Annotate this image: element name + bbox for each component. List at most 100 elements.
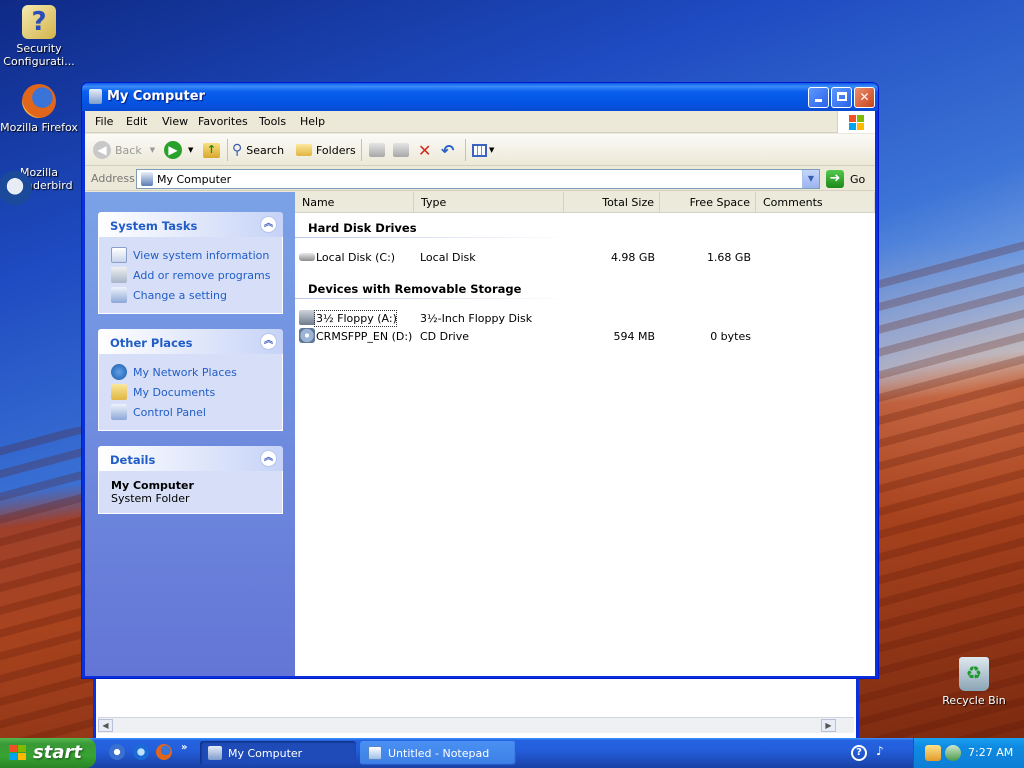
address-bar: Address My Computer ▼ ➜ Go xyxy=(85,167,875,191)
system-tasks-header[interactable]: System Tasks ︽ xyxy=(98,212,283,237)
taskbar-item-my-computer[interactable]: My Computer xyxy=(200,741,356,765)
table-row[interactable]: Local Disk (C:) Local Disk 4.98 GB 1.68 … xyxy=(295,249,875,266)
back-button[interactable]: ◀ Back ▼ xyxy=(93,139,155,161)
back-dropdown-icon[interactable]: ▼ xyxy=(150,146,155,154)
minimize-button[interactable] xyxy=(808,87,829,108)
details-header[interactable]: Details ︽ xyxy=(98,446,283,471)
toolbar-separator xyxy=(227,139,228,161)
go-button[interactable]: ➜ Go xyxy=(826,169,865,189)
taskbar: start » My Computer Untitled - Notepad ?… xyxy=(0,738,1024,768)
move-to-button[interactable] xyxy=(369,139,385,161)
menu-view[interactable]: View xyxy=(162,115,188,128)
network-places-icon xyxy=(111,364,127,380)
other-places-header[interactable]: Other Places ︽ xyxy=(98,329,283,354)
table-row[interactable]: 3½ Floppy (A:) 3½-Inch Floppy Disk xyxy=(295,310,875,327)
undo-button[interactable]: ↶ xyxy=(441,139,454,161)
show-desktop-icon[interactable] xyxy=(109,744,125,760)
task-add-remove-programs[interactable]: Add or remove programs xyxy=(111,265,282,285)
task-view-system-information[interactable]: View system information xyxy=(111,245,282,265)
delete-icon: ✕ xyxy=(418,140,432,160)
notepad-window-background[interactable]: ◀ ▶ xyxy=(93,676,859,738)
forward-dropdown-icon[interactable]: ▼ xyxy=(188,146,193,154)
menu-help[interactable]: Help xyxy=(300,115,325,128)
horizontal-scrollbar[interactable]: ◀ ▶ xyxy=(98,717,854,733)
folders-button[interactable]: Folders xyxy=(296,139,356,161)
system-info-icon xyxy=(111,247,127,263)
menu-bar: File Edit View Favorites Tools Help xyxy=(85,111,875,133)
search-button[interactable]: ⚲ Search xyxy=(232,139,284,161)
quick-launch-more-icon[interactable]: » xyxy=(181,742,187,753)
column-header-type[interactable]: Type xyxy=(414,192,564,213)
add-remove-programs-icon xyxy=(111,267,127,283)
collapse-chevron-icon[interactable]: ︽ xyxy=(260,216,277,233)
go-arrow-icon: ➜ xyxy=(826,170,844,188)
forward-button[interactable]: ▶ ▼ xyxy=(164,139,193,161)
menu-favorites[interactable]: Favorites xyxy=(198,115,248,128)
menu-edit[interactable]: Edit xyxy=(126,115,147,128)
place-my-documents[interactable]: My Documents xyxy=(111,382,282,402)
control-panel-icon xyxy=(111,287,127,303)
taskbar-item-notepad[interactable]: Untitled - Notepad xyxy=(360,741,516,765)
tray-network-icon[interactable] xyxy=(945,745,961,761)
window-title: My Computer xyxy=(107,89,205,104)
task-change-setting[interactable]: Change a setting xyxy=(111,285,282,305)
copy-to-button[interactable] xyxy=(393,139,409,161)
delete-button[interactable]: ✕ xyxy=(418,139,431,161)
window-client: File Edit View Favorites Tools Help ◀ Ba… xyxy=(85,111,875,676)
help-icon[interactable]: ? xyxy=(851,745,867,761)
views-button[interactable]: ▼ xyxy=(472,139,494,161)
collapse-chevron-icon[interactable]: ︽ xyxy=(260,450,277,467)
up-folder-button[interactable]: ↑ xyxy=(203,139,220,161)
views-icon xyxy=(472,143,487,157)
group-header-removable-storage: Devices with Removable Storage xyxy=(308,282,522,296)
address-dropdown-icon[interactable]: ▼ xyxy=(802,170,819,188)
my-computer-icon xyxy=(208,746,222,760)
address-value: My Computer xyxy=(157,173,232,186)
tray-tools-icon[interactable] xyxy=(925,745,941,761)
menu-tools[interactable]: Tools xyxy=(259,115,286,128)
desktop-icon-recycle-bin[interactable]: ♻ Recycle Bin xyxy=(933,657,1015,707)
start-button[interactable]: start xyxy=(0,738,96,768)
my-computer-icon xyxy=(141,172,153,186)
standard-toolbar: ◀ Back ▼ ▶ ▼ ↑ ⚲ Search Folders ✕ ↶ ▼ xyxy=(85,134,875,166)
collapse-chevron-icon[interactable]: ︽ xyxy=(260,333,277,350)
address-input[interactable]: My Computer ▼ xyxy=(136,169,820,189)
notepad-icon xyxy=(368,746,382,760)
desktop-icon-security-configuration[interactable]: ? Security Configurati... xyxy=(0,5,80,68)
group-divider xyxy=(295,298,570,299)
control-panel-icon xyxy=(111,404,127,420)
clock[interactable]: 7:27 AM xyxy=(968,746,1013,759)
forward-arrow-icon: ▶ xyxy=(164,141,182,159)
scroll-right-icon[interactable]: ▶ xyxy=(821,719,836,732)
scroll-left-icon[interactable]: ◀ xyxy=(98,719,113,732)
menu-file[interactable]: File xyxy=(95,115,113,128)
my-computer-window: My Computer ✕ File Edit View Favorites T… xyxy=(81,82,879,679)
desktop-icon-thunderbird[interactable]: Mozilla Thunderbird xyxy=(0,166,80,205)
place-my-network-places[interactable]: My Network Places xyxy=(111,362,282,382)
file-list-view: Name Type Total Size Free Space Comments… xyxy=(295,192,875,676)
firefox-icon xyxy=(22,84,56,118)
security-config-icon: ? xyxy=(22,5,56,39)
column-header-free-space[interactable]: Free Space xyxy=(660,192,756,213)
firefox-icon[interactable] xyxy=(156,744,172,760)
title-bar[interactable]: My Computer ✕ xyxy=(82,83,878,111)
toolbar-separator xyxy=(361,139,362,161)
place-control-panel[interactable]: Control Panel xyxy=(111,402,282,422)
details-type: System Folder xyxy=(111,492,190,505)
column-header-total-size[interactable]: Total Size xyxy=(564,192,660,213)
views-dropdown-icon: ▼ xyxy=(489,146,495,154)
system-tasks-panel: System Tasks ︽ View system information A… xyxy=(98,212,283,314)
move-to-icon xyxy=(369,143,385,157)
details-panel: Details ︽ My Computer System Folder xyxy=(98,446,283,514)
internet-explorer-icon[interactable] xyxy=(133,744,149,760)
column-headers: Name Type Total Size Free Space Comments xyxy=(295,192,875,213)
column-header-name[interactable]: Name xyxy=(295,192,414,213)
maximize-button[interactable] xyxy=(831,87,852,108)
close-button[interactable]: ✕ xyxy=(854,87,875,108)
desktop-icon-label: Security Configurati... xyxy=(3,42,75,68)
desktop-icon-firefox[interactable]: Mozilla Firefox xyxy=(0,84,80,134)
minimize-icon xyxy=(815,99,822,102)
table-row[interactable]: CRMSFPP_EN (D:) CD Drive 594 MB 0 bytes xyxy=(295,328,875,345)
column-header-comments[interactable]: Comments xyxy=(756,192,875,213)
volume-icon[interactable]: ♪ xyxy=(876,744,886,760)
